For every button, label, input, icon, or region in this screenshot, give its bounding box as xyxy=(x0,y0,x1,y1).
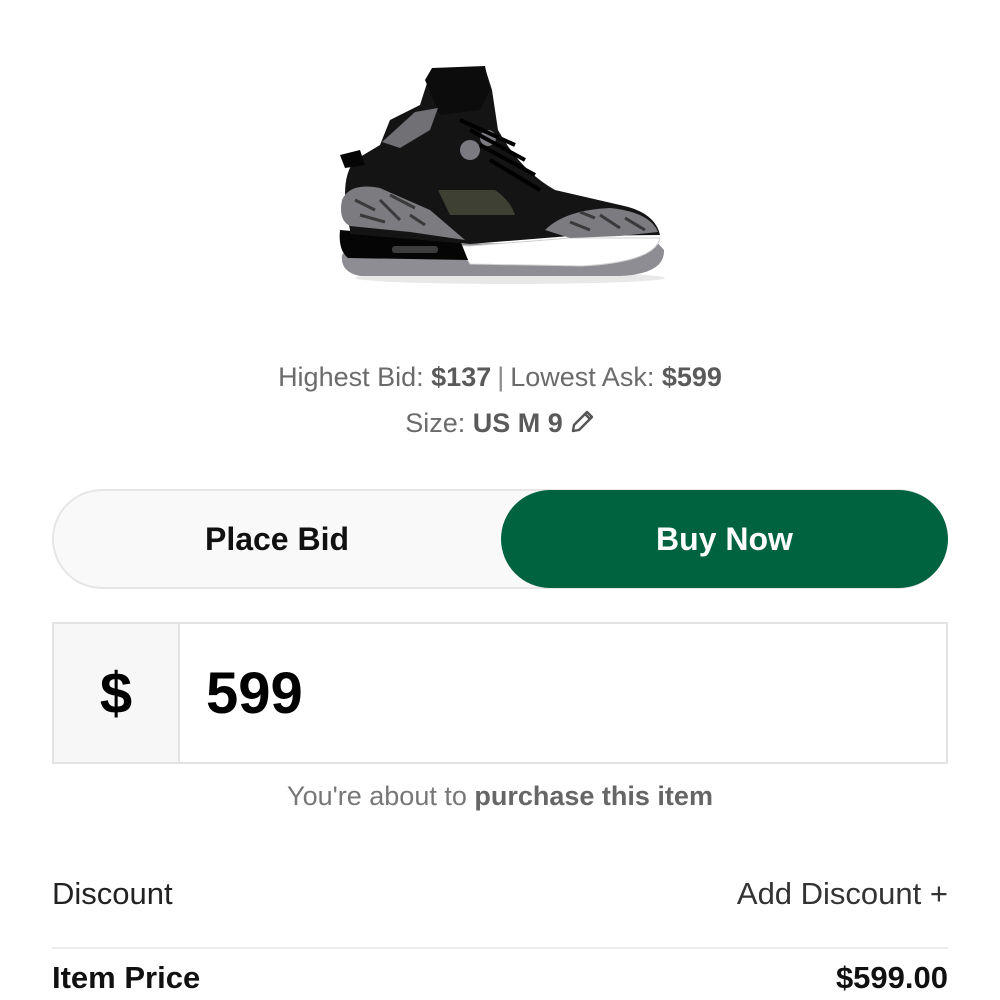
size-info: Size: US M 9 xyxy=(0,408,1000,442)
size-label: Size: xyxy=(405,408,466,438)
purchase-note-prefix: You're about to xyxy=(287,781,467,811)
purchase-note: You're about to purchase this item xyxy=(0,781,1000,812)
add-discount-button[interactable]: Add Discount + xyxy=(737,876,948,912)
divider xyxy=(52,947,948,949)
mode-toggle: Place Bid Buy Now xyxy=(52,489,948,589)
place-bid-button[interactable]: Place Bid xyxy=(54,491,500,587)
price-input[interactable] xyxy=(180,624,946,762)
lowest-ask-label: Lowest Ask: xyxy=(510,362,655,392)
size-value: US M 9 xyxy=(472,408,563,438)
purchase-note-emphasis: purchase this item xyxy=(474,781,713,811)
highest-bid-label: Highest Bid: xyxy=(278,362,424,392)
buy-now-button[interactable]: Buy Now xyxy=(501,490,948,588)
currency-symbol: $ xyxy=(54,624,180,762)
product-image xyxy=(339,66,665,284)
separator: | xyxy=(497,362,505,392)
lowest-ask-value: $599 xyxy=(661,362,722,392)
price-field: $ xyxy=(52,622,948,764)
discount-label: Discount xyxy=(52,876,173,911)
item-price-label: Item Price xyxy=(52,960,201,995)
market-info: Highest Bid: $137 | Lowest Ask: $599 xyxy=(0,362,1000,393)
pencil-icon[interactable] xyxy=(569,409,595,442)
highest-bid-value: $137 xyxy=(431,362,492,392)
item-price-value: $599.00 xyxy=(835,960,948,995)
